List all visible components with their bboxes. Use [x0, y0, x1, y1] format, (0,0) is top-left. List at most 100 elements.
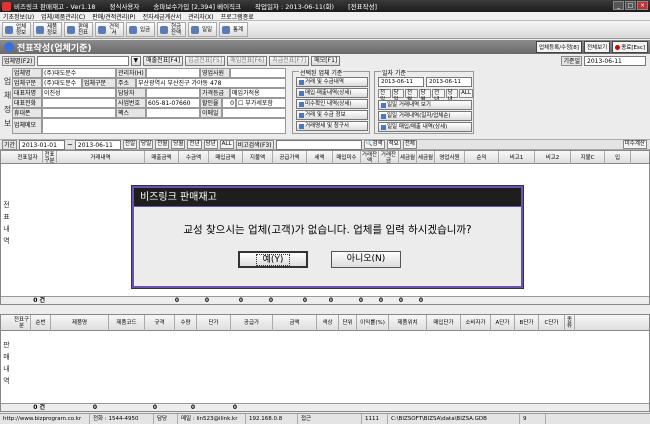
sales-slip-button[interactable]: 매출전표[F4] [143, 56, 184, 66]
chip-prev-month[interactable]: 전월 [405, 89, 418, 103]
purchase-sales-detail-button[interactable]: 매입·매출내역(상세) [296, 88, 368, 98]
filter-chip-prev-day[interactable]: 전일 [122, 140, 138, 149]
group-date-from[interactable]: 2013-06-11 [378, 77, 424, 87]
column-header[interactable]: 세금월 [399, 151, 417, 164]
daily-purchase-sales-button[interactable]: 일일 매입/매출 내역(상세) [378, 122, 472, 132]
column-header[interactable]: 수금액 [179, 151, 209, 164]
ceo-field[interactable]: 이진성 [42, 88, 116, 98]
deposit-slip-button[interactable]: 입금전표[F5] [185, 56, 226, 66]
view-all-button[interactable]: 전체보기 [583, 41, 611, 53]
column-header[interactable]: 전표구분 [43, 151, 57, 164]
column-header[interactable]: 매출금액 [145, 151, 179, 164]
memo-field[interactable] [42, 118, 286, 134]
menu-company-product[interactable]: 업체/제품관리(C) [41, 12, 85, 21]
biz-number-field[interactable]: 605-81-07660 [146, 98, 200, 108]
toolbar-daily-button[interactable]: 일일 [188, 22, 217, 37]
filter-chip-this-month[interactable]: 당월 [171, 140, 186, 149]
price-grade-field[interactable]: 매입가적용 [230, 88, 286, 98]
column-header[interactable]: 색상 [317, 315, 339, 331]
summary-button[interactable]: 적요 [386, 140, 401, 149]
all-button[interactable]: 전체 [402, 140, 417, 149]
no-button[interactable]: 아니오(N) [331, 251, 401, 268]
close-button[interactable]: × [637, 1, 648, 10]
chip-this-year[interactable]: 당년 [445, 89, 459, 103]
mobile-field[interactable] [42, 108, 116, 118]
address-field[interactable]: 부산광역시 부산진구 가야동 478 [136, 78, 286, 88]
trade-collect-history-button[interactable]: 거래 및 수금내역 [296, 77, 368, 87]
sales-rep-field[interactable] [230, 68, 286, 78]
exit-button[interactable]: 종료[Esc] [612, 41, 648, 53]
column-header[interactable]: 세금월 [417, 151, 435, 164]
filter-chip-prev-year[interactable]: 전년 [187, 140, 202, 149]
column-header[interactable]: 거래잔액 [361, 151, 379, 164]
toolbar-sales-slip-button[interactable]: 판매전표 [64, 22, 93, 37]
column-header[interactable]: C단가 [539, 315, 565, 331]
menu-sales[interactable]: 판매/견적관리(P) [92, 12, 135, 21]
column-header[interactable]: 단가 [197, 315, 231, 331]
column-header[interactable]: 소비자가 [461, 315, 491, 331]
column-header[interactable]: 세액 [307, 151, 333, 164]
column-header[interactable]: A단가 [491, 315, 515, 331]
column-header[interactable]: 수량 [175, 315, 197, 331]
toolbar-quote-button[interactable]: 견적서 [95, 22, 124, 37]
menu-admin[interactable]: 관리자(X) [188, 12, 213, 21]
column-header[interactable]: 순번 [31, 315, 51, 331]
company-lookup-input[interactable] [36, 56, 129, 66]
receivable-calc-button[interactable]: 미수계산 [622, 140, 647, 149]
daily-trade-by-company-button[interactable]: 일일 거래내역(일자/업체순) [378, 111, 472, 121]
column-header[interactable]: 전표구분 [13, 315, 31, 331]
column-header[interactable]: 매입금액 [209, 151, 243, 164]
toolbar-company-button[interactable]: 업체정보 [2, 22, 31, 37]
email-field[interactable] [222, 108, 286, 118]
column-header[interactable]: 제품명 [51, 315, 109, 331]
company-edit-button[interactable]: 업체등록/수정[8] [535, 41, 582, 53]
chip-prev-day[interactable]: 전일 [378, 89, 391, 103]
filter-chip-today[interactable]: 당일 [139, 140, 154, 149]
chip-today[interactable]: 당일 [391, 89, 405, 103]
filter-chip-this-year[interactable]: 당년 [203, 140, 218, 149]
trade-collect-info-button[interactable]: 거래 및 수금 정보 [296, 110, 368, 120]
note-search-input[interactable] [275, 139, 362, 150]
statement-invoice-button[interactable]: 거래명세 및 청구서 [296, 121, 368, 131]
search-dropdown-button[interactable]: ▼ [130, 56, 142, 66]
column-header[interactable]: 단위 [339, 315, 357, 331]
column-header[interactable]: 종류 [565, 315, 575, 331]
filter-chip-prev-month[interactable]: 전월 [155, 140, 170, 149]
toolbar-stats-button[interactable]: 통계 [219, 22, 248, 37]
toolbar-product-button[interactable]: 제품정보 [33, 22, 62, 37]
fax-field[interactable] [146, 108, 200, 118]
toolbar-deposit-button[interactable]: 입금 [126, 22, 155, 37]
column-header[interactable]: 매입미수 [333, 151, 361, 164]
base-date-input[interactable]: 2013-06-11 [584, 56, 646, 66]
column-header[interactable]: 공급가액 [273, 151, 307, 164]
period-from-input[interactable]: 2013-01-01 [19, 139, 66, 150]
column-header[interactable]: 공급가 [231, 315, 273, 331]
menu-basic[interactable]: 기초정보(U) [3, 12, 34, 21]
column-header[interactable]: 지불액 [243, 151, 273, 164]
company-name-field[interactable]: (주)대도문수 [42, 68, 116, 78]
column-header[interactable]: 입 [605, 151, 631, 164]
receivable-detail-button[interactable]: 미수확인 내역(상세) [296, 99, 368, 109]
column-header[interactable]: 거래잔금 [379, 151, 399, 164]
company-type-field[interactable]: (주)대도문수 [42, 78, 82, 88]
vat-checkbox[interactable]: ☐ 부가세포함 [236, 98, 286, 108]
column-header[interactable]: 제품위치 [389, 315, 427, 331]
toolbar-cash-button[interactable]: 현금잔액 [157, 22, 186, 37]
purchase-slip-button[interactable]: 매입전표[F6] [227, 56, 268, 66]
menu-exit[interactable]: 프로그램종료 [221, 12, 254, 21]
column-header[interactable]: 영업사원 [435, 151, 465, 164]
manager-field[interactable] [146, 68, 200, 78]
column-header[interactable]: 제품코드 [109, 315, 145, 331]
daily-trade-button[interactable]: 일일 거래내역 보기 [378, 100, 472, 110]
yes-button[interactable]: 예(Y) [238, 251, 308, 268]
payment-slip-button[interactable]: 지급전표[F7] [269, 56, 310, 66]
column-header[interactable]: 이익률(%) [357, 315, 389, 331]
filter-chip-all[interactable]: ALL [219, 140, 234, 149]
period-to-input[interactable]: 2013-06-11 [74, 139, 121, 150]
column-header[interactable]: 매입단가 [427, 315, 461, 331]
column-header[interactable]: 비고2 [535, 151, 571, 164]
search-button[interactable]: 🔍검색 [363, 140, 385, 149]
chip-all[interactable]: ALL [459, 89, 473, 98]
contact-field[interactable] [146, 88, 200, 98]
minimize-button[interactable]: _ [613, 1, 624, 10]
